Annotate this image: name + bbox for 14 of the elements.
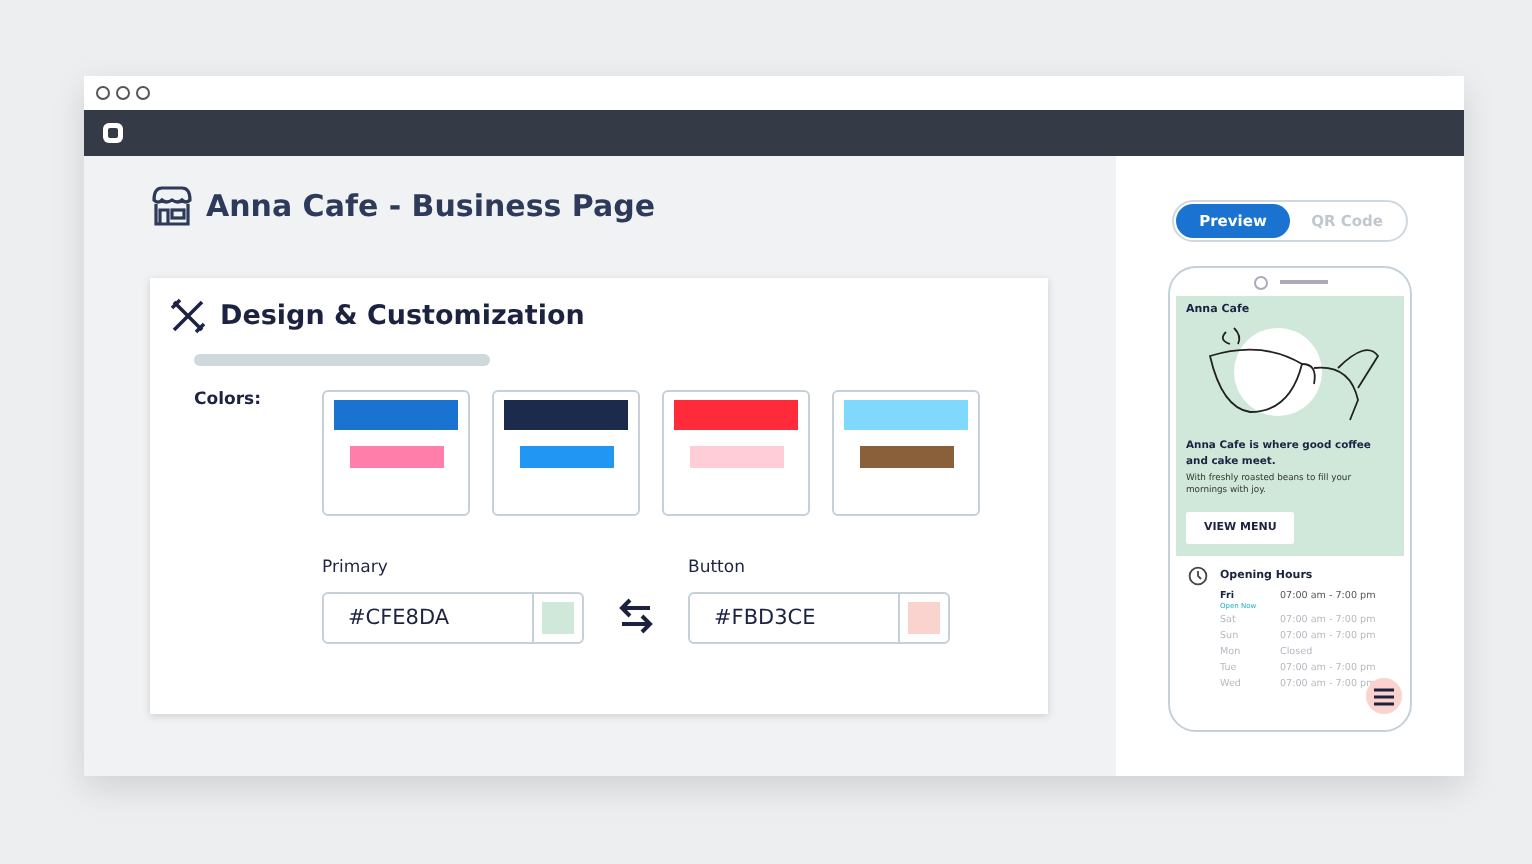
logo-icon[interactable] xyxy=(102,122,124,144)
color-input-field[interactable]: #FBD3CE xyxy=(688,592,950,644)
page-title: Anna Cafe - Business Page xyxy=(206,188,656,224)
camera-icon xyxy=(1253,275,1267,289)
palette-option[interactable] xyxy=(492,390,640,516)
storefront-icon xyxy=(150,186,194,226)
color-input-field[interactable]: #CFE8DA xyxy=(322,592,584,644)
tools-icon xyxy=(170,298,206,334)
field-label: Primary xyxy=(322,558,390,578)
section-title: Design & Customization xyxy=(220,300,585,332)
swap-icon[interactable] xyxy=(618,596,654,636)
field-label: Button xyxy=(688,558,747,578)
colors-label: Colors: xyxy=(194,390,263,414)
clock-icon xyxy=(1188,566,1208,587)
